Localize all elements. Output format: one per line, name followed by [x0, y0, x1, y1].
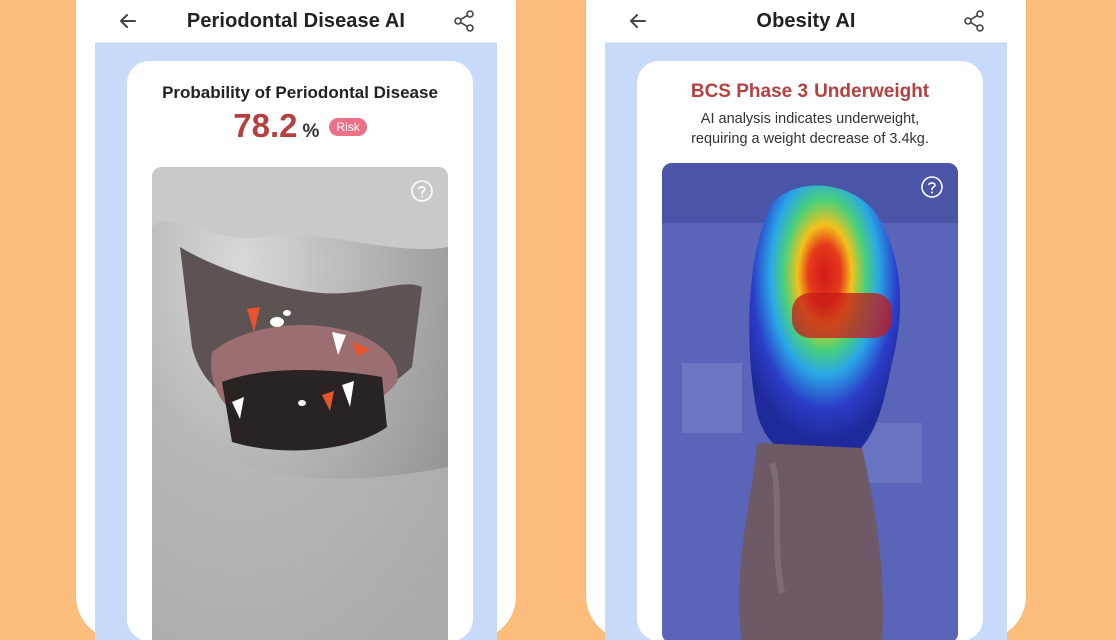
- dog-mouth-image: [152, 167, 448, 640]
- risk-badge: Risk: [329, 118, 367, 136]
- bcs-headline: BCS Phase 3 Underweight: [637, 81, 983, 103]
- probability-value: 78.2: [233, 107, 298, 144]
- app-bar: Periodontal Disease AI: [95, 0, 497, 43]
- description-line-1: AI analysis indicates underweight,: [700, 111, 920, 127]
- screen: Periodontal Disease AI Probability of Pe…: [95, 0, 497, 640]
- share-icon[interactable]: [961, 8, 987, 34]
- probability-row: 78.2 % Risk: [127, 107, 473, 145]
- phone-periodontal: Periodontal Disease AI Probability of Pe…: [76, 0, 516, 640]
- phone-obesity: Obesity AI BCS Phase 3 Underweight AI an…: [586, 0, 1026, 640]
- bcs-status: Underweight: [814, 81, 930, 102]
- dog-heatmap-image: [662, 163, 958, 640]
- page-title: Obesity AI: [756, 9, 856, 32]
- heatmap-illustration: [662, 163, 958, 640]
- content-area: Probability of Periodontal Disease 78.2 …: [95, 43, 497, 640]
- app-bar: Obesity AI: [605, 0, 1007, 43]
- arrow-left-icon[interactable]: [625, 8, 651, 34]
- result-card: Probability of Periodontal Disease 78.2 …: [127, 61, 473, 640]
- result-card: BCS Phase 3 Underweight AI analysis indi…: [637, 61, 983, 640]
- screen: Obesity AI BCS Phase 3 Underweight AI an…: [605, 0, 1007, 640]
- share-icon[interactable]: [451, 8, 477, 34]
- help-icon[interactable]: [410, 179, 434, 203]
- content-area: BCS Phase 3 Underweight AI analysis indi…: [605, 43, 1007, 640]
- probability-unit: %: [302, 121, 320, 142]
- analysis-description: AI analysis indicates underweight, requi…: [637, 109, 983, 149]
- help-icon[interactable]: [920, 175, 944, 199]
- arrow-left-icon[interactable]: [115, 8, 141, 34]
- description-line-2: requiring a weight decrease of 3.4kg.: [691, 131, 929, 147]
- card-title: Probability of Periodontal Disease: [162, 83, 438, 102]
- dog-mouth-illustration: [152, 167, 448, 640]
- bcs-phase: BCS Phase 3: [690, 81, 809, 102]
- page-title: Periodontal Disease AI: [186, 9, 406, 32]
